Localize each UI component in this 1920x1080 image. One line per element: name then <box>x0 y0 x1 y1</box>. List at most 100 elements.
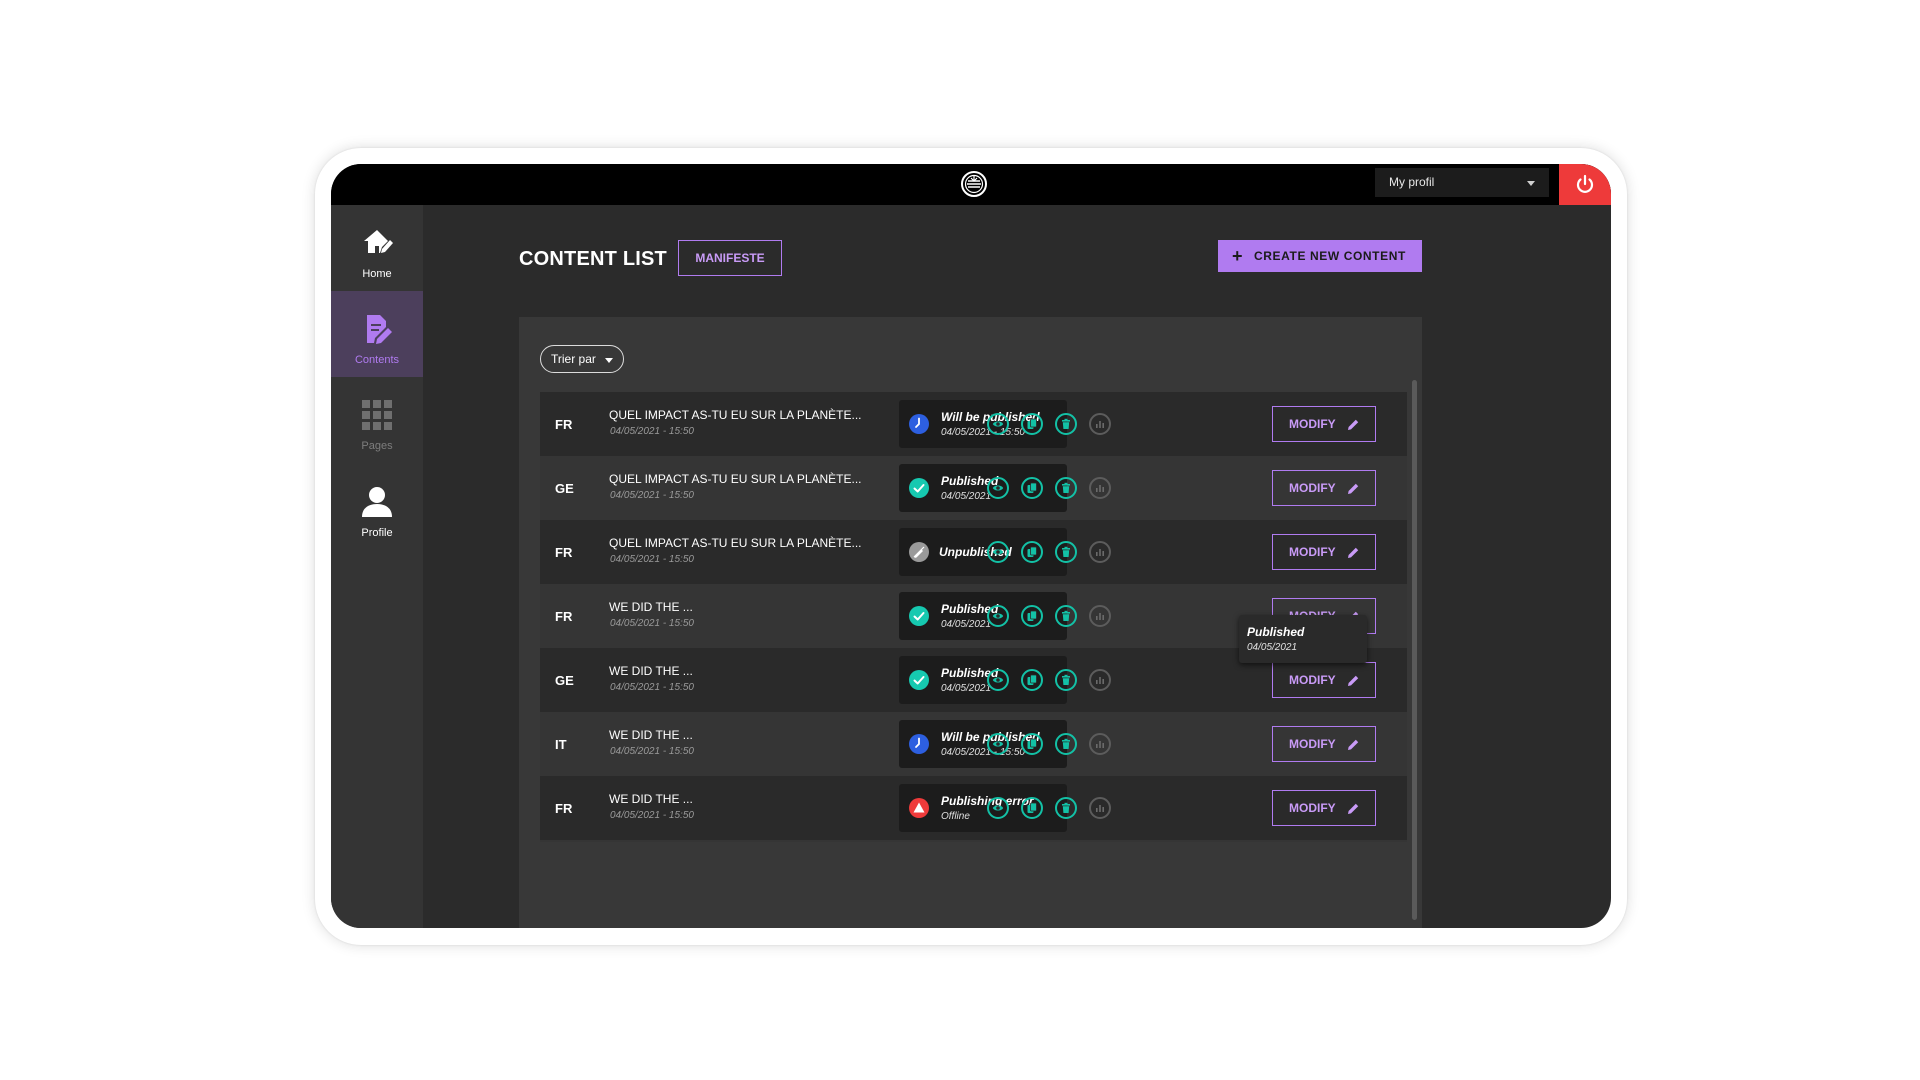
pencil-icon <box>1348 739 1359 750</box>
profile-dropdown[interactable]: My profil <box>1375 168 1549 197</box>
clock-icon <box>909 414 929 434</box>
content-title[interactable]: WE DID THE ... <box>609 792 693 806</box>
stats-button[interactable] <box>1089 413 1111 435</box>
status-detail: 04/05/2021 - 15:50 <box>941 747 1025 758</box>
manifest-button[interactable]: MANIFESTE <box>678 240 782 276</box>
plus-icon: + <box>1232 246 1244 266</box>
modify-button[interactable]: MODIFY <box>1272 406 1376 442</box>
sort-dropdown[interactable]: Trier par <box>540 345 624 373</box>
modify-button[interactable]: MODIFY <box>1272 470 1376 506</box>
chevron-down-icon <box>605 358 613 363</box>
duplicate-button[interactable] <box>1021 669 1043 691</box>
duplicate-button[interactable] <box>1021 605 1043 627</box>
scrollbar[interactable] <box>1412 380 1417 920</box>
preview-eye-button[interactable] <box>987 477 1009 499</box>
trash-button[interactable] <box>1055 605 1077 627</box>
power-icon <box>1576 174 1594 193</box>
preview-eye-button[interactable] <box>987 541 1009 563</box>
sidebar-item-contents[interactable]: Contents <box>331 291 423 377</box>
modify-label: MODIFY <box>1289 481 1336 495</box>
content-date: 04/05/2021 - 15:50 <box>610 490 694 501</box>
sidebar-item-label: Home <box>362 268 392 280</box>
tooltip-date: 04/05/2021 <box>1247 642 1298 653</box>
language-code: FR <box>555 801 573 816</box>
status-detail: Offline <box>941 811 970 822</box>
home-edit-icon <box>331 227 423 261</box>
table-row: FR WE DID THE ... 04/05/2021 - 15:50 Publis… <box>540 776 1407 840</box>
chevron-down-icon <box>1527 181 1535 186</box>
status-detail: 04/05/2021 <box>941 619 992 630</box>
modify-label: MODIFY <box>1289 737 1336 751</box>
content-title[interactable]: WE DID THE ... <box>609 600 693 614</box>
sidebar-item-label: Contents <box>354 354 400 366</box>
sidebar-item-profile[interactable]: Profile <box>331 464 423 550</box>
language-code: FR <box>555 545 573 560</box>
pencil-off-icon <box>909 542 929 562</box>
preview-eye-button[interactable] <box>987 669 1009 691</box>
language-code: GE <box>555 673 574 688</box>
modify-button[interactable]: MODIFY <box>1272 534 1376 570</box>
trash-button[interactable] <box>1055 797 1077 819</box>
modify-button[interactable]: MODIFY <box>1272 790 1376 826</box>
language-code: FR <box>555 609 573 624</box>
status-tooltip: Published 04/05/2021 <box>1239 615 1367 663</box>
pencil-icon <box>1348 547 1359 558</box>
duplicate-button[interactable] <box>1021 477 1043 499</box>
page-title: CONTENT LIST <box>519 248 667 270</box>
trash-button[interactable] <box>1055 733 1077 755</box>
logout-button[interactable] <box>1559 164 1611 205</box>
table-row: GE QUEL IMPACT AS-TU EU SUR LA PLANÈTE...… <box>540 456 1407 520</box>
status-detail: 04/05/2021 - 15:50 <box>941 427 1025 438</box>
stats-button[interactable] <box>1089 477 1111 499</box>
duplicate-button[interactable] <box>1021 733 1043 755</box>
language-code: FR <box>555 417 573 432</box>
user-icon <box>331 486 423 520</box>
content-title[interactable]: QUEL IMPACT AS-TU EU SUR LA PLANÈTE... <box>609 472 862 486</box>
modify-label: MODIFY <box>1289 545 1336 559</box>
duplicate-button[interactable] <box>1021 797 1043 819</box>
stats-button[interactable] <box>1089 669 1111 691</box>
pencil-icon <box>1348 803 1359 814</box>
duplicate-button[interactable] <box>1021 413 1043 435</box>
trash-button[interactable] <box>1055 541 1077 563</box>
warning-icon <box>909 798 929 818</box>
trash-button[interactable] <box>1055 669 1077 691</box>
preview-eye-button[interactable] <box>987 605 1009 627</box>
modify-button[interactable]: MODIFY <box>1272 662 1376 698</box>
stats-button[interactable] <box>1089 541 1111 563</box>
sidebar-item-home[interactable]: Home <box>331 205 423 291</box>
preview-eye-button[interactable] <box>987 733 1009 755</box>
stats-button[interactable] <box>1089 605 1111 627</box>
document-edit-icon <box>331 313 423 347</box>
table-row: FR QUEL IMPACT AS-TU EU SUR LA PLANÈTE...… <box>540 520 1407 584</box>
duplicate-button[interactable] <box>1021 541 1043 563</box>
sort-dropdown-label: Trier par <box>551 352 596 366</box>
content-date: 04/05/2021 - 15:50 <box>610 746 694 757</box>
sidebar-item-pages[interactable]: Pages <box>331 377 423 463</box>
grid-icon <box>331 399 423 433</box>
content-date: 04/05/2021 - 15:50 <box>610 810 694 821</box>
status-detail: 04/05/2021 <box>941 491 992 502</box>
content-title[interactable]: QUEL IMPACT AS-TU EU SUR LA PLANÈTE... <box>609 408 862 422</box>
content-title[interactable]: WE DID THE ... <box>609 728 693 742</box>
modify-label: MODIFY <box>1289 801 1336 815</box>
preview-eye-button[interactable] <box>987 797 1009 819</box>
trash-button[interactable] <box>1055 477 1077 499</box>
create-new-content-label: CREATE NEW CONTENT <box>1254 249 1406 263</box>
stats-button[interactable] <box>1089 797 1111 819</box>
trash-button[interactable] <box>1055 413 1077 435</box>
content-date: 04/05/2021 - 15:50 <box>610 426 694 437</box>
modify-button[interactable]: MODIFY <box>1272 726 1376 762</box>
status-detail: 04/05/2021 <box>941 683 992 694</box>
content-title[interactable]: QUEL IMPACT AS-TU EU SUR LA PLANÈTE... <box>609 536 862 550</box>
sidebar-item-label: Pages <box>361 440 393 452</box>
create-new-content-button[interactable]: + CREATE NEW CONTENT <box>1218 240 1422 272</box>
table-row: GEWE DID THE ...04/05/2021 - 15:50Retryi… <box>540 840 1407 842</box>
stats-button[interactable] <box>1089 733 1111 755</box>
device-frame: My profil Home Contents Pages Profile CO… <box>315 148 1627 945</box>
profile-dropdown-label: My profil <box>1389 175 1435 189</box>
preview-eye-button[interactable] <box>987 413 1009 435</box>
content-title[interactable]: WE DID THE ... <box>609 664 693 678</box>
language-code: GE <box>555 481 574 496</box>
logo-icon[interactable] <box>960 170 988 198</box>
